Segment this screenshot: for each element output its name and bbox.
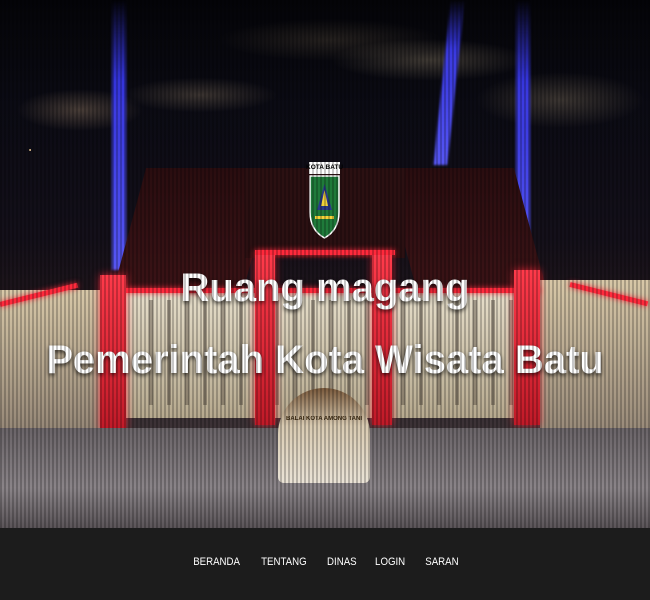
building-sign: BALAI KOTA AMONG TANI xyxy=(286,416,362,422)
nav-link-saran[interactable]: SARAN xyxy=(425,556,458,568)
rotunda-entrance: BALAI KOTA AMONG TANI xyxy=(278,388,370,483)
hero-title-line1: Ruang magang xyxy=(180,266,470,310)
logo-text: KOTA BATU xyxy=(306,164,344,171)
nav-link-beranda[interactable]: BERANDA xyxy=(193,556,240,568)
hero-banner: BALAI KOTA AMONG TANI KOTA BATU Ruang ma… xyxy=(0,0,650,528)
nav-link-tentang[interactable]: TENTANG xyxy=(261,556,307,568)
nav-link-login[interactable]: LOGIN xyxy=(375,556,405,568)
searchlight-beam xyxy=(112,0,126,270)
nav-link-dinas[interactable]: DINAS xyxy=(327,556,357,568)
kota-batu-emblem xyxy=(309,162,340,239)
hero-title-line2: Pemerintah Kota Wisata Batu xyxy=(46,338,604,382)
footer-nav: BERANDA TENTANG DINAS LOGIN SARAN xyxy=(0,556,650,568)
